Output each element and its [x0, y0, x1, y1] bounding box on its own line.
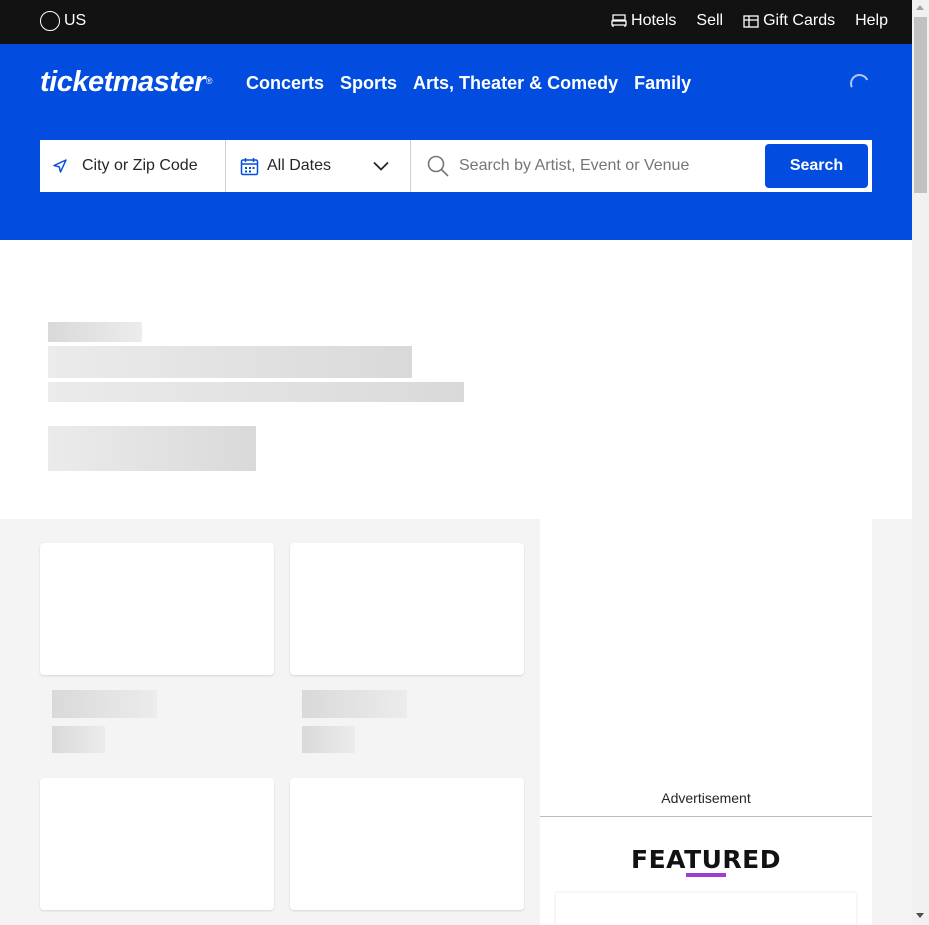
region-selector[interactable]: US: [40, 11, 86, 31]
logo-text: ticketmaster: [40, 66, 205, 98]
scroll-up-arrow-icon[interactable]: [916, 5, 924, 10]
event-card-placeholder: [290, 543, 524, 675]
utility-bar: US Hotels Sell Gift Cards Help: [0, 0, 912, 44]
skeleton-button: [48, 426, 256, 471]
ad-slot: [540, 519, 872, 779]
page: US Hotels Sell Gift Cards Help ticketmas…: [0, 0, 912, 925]
utility-links: Hotels Sell Gift Cards Help: [591, 12, 888, 30]
divider: [540, 816, 872, 817]
featured-underline: [686, 873, 726, 877]
category-nav: Concerts Sports Arts, Theater & Comedy F…: [246, 73, 707, 94]
date-label: All Dates: [267, 157, 332, 174]
help-label: Help: [855, 12, 888, 29]
gift-cards-label: Gift Cards: [763, 12, 836, 29]
skeleton-subtitle: [48, 382, 464, 402]
sidebar: Advertisement FEATURED: [540, 519, 872, 925]
search-button[interactable]: Search: [765, 144, 868, 188]
event-card-placeholder: [290, 778, 524, 910]
chevron-down-icon: [373, 161, 389, 171]
sell-link[interactable]: Sell: [696, 12, 723, 30]
hotels-label: Hotels: [631, 12, 677, 29]
vertical-scrollbar[interactable]: [912, 0, 929, 925]
scroll-down-arrow-icon[interactable]: [916, 913, 924, 918]
gift-cards-link[interactable]: Gift Cards: [743, 12, 835, 30]
main-header: ticketmaster® Concerts Sports Arts, Thea…: [0, 44, 912, 240]
bed-icon: [611, 14, 627, 27]
location-field[interactable]: City or Zip Code: [40, 140, 226, 192]
search-bar: City or Zip Code All Dates Search: [40, 140, 872, 192]
search-input[interactable]: [459, 157, 749, 175]
date-dropdown[interactable]: All Dates: [226, 140, 411, 192]
location-label: City or Zip Code: [82, 157, 198, 174]
nav-arts-theater-comedy[interactable]: Arts, Theater & Comedy: [413, 73, 618, 94]
event-card-placeholder: [40, 778, 274, 910]
search-field: Search: [411, 140, 872, 192]
skeleton-title: [48, 346, 412, 378]
event-card-placeholder: [40, 543, 274, 675]
skeleton-card-subtitle: [302, 726, 355, 753]
registered-mark: ®: [205, 76, 213, 86]
region-label: US: [64, 12, 87, 29]
featured-card-placeholder: [556, 893, 856, 925]
nav-sports[interactable]: Sports: [340, 73, 397, 94]
skeleton-card-title: [302, 690, 407, 718]
globe-icon: [40, 11, 60, 31]
hotels-link[interactable]: Hotels: [611, 12, 676, 30]
search-icon: [427, 155, 449, 177]
skeleton-eyebrow: [48, 322, 142, 342]
advertisement-label: Advertisement: [661, 790, 751, 806]
sell-label: Sell: [696, 12, 724, 29]
ticketmaster-logo[interactable]: ticketmaster®: [40, 66, 213, 99]
featured-heading: FEATURED: [631, 845, 781, 874]
scrollbar-thumb[interactable]: [914, 17, 927, 193]
calendar-icon: [240, 157, 259, 175]
skeleton-card-title: [52, 690, 157, 718]
gift-card-icon: [743, 14, 759, 28]
skeleton-card-subtitle: [52, 726, 105, 753]
loading-spinner-icon: [847, 71, 872, 96]
help-link[interactable]: Help: [855, 12, 888, 30]
nav-concerts[interactable]: Concerts: [246, 73, 324, 94]
location-arrow-icon: [53, 159, 67, 173]
nav-family[interactable]: Family: [634, 73, 691, 94]
